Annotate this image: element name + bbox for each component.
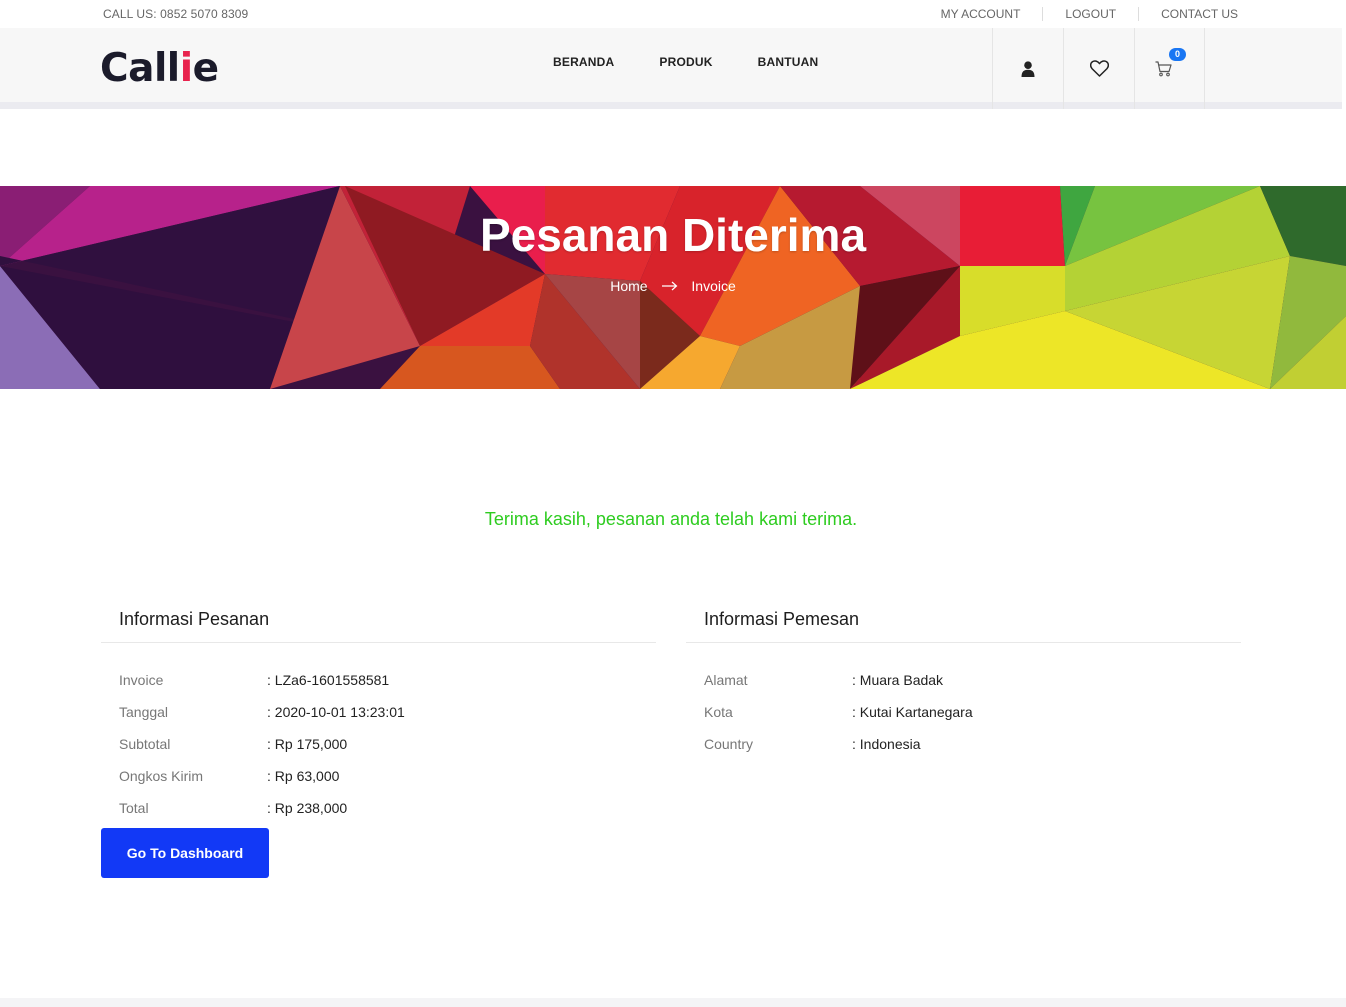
page-banner: Pesanan Diterima Home Invoice <box>0 186 1346 389</box>
user-icon <box>1021 60 1035 77</box>
customer-row-alamat: Alamat : Muara Badak <box>686 664 1241 696</box>
row-value: : Rp 175,000 <box>267 736 348 752</box>
customer-row-country: Country : Indonesia <box>686 728 1241 760</box>
wishlist-button[interactable] <box>1063 28 1134 109</box>
footer-strip <box>0 998 1346 1007</box>
top-links: MY ACCOUNT LOGOUT CONTACT US <box>919 0 1238 28</box>
logo-text-main: Call <box>100 46 180 91</box>
breadcrumb: Home Invoice <box>0 277 1346 294</box>
top-bar: CALL US: 0852 5070 8309 MY ACCOUNT LOGOU… <box>0 0 1346 28</box>
cart-icon <box>1155 60 1172 76</box>
page-title: Pesanan Diterima <box>479 209 867 261</box>
row-value: : Kutai Kartanegara <box>852 704 973 720</box>
nav-produk[interactable]: PRODUK <box>659 55 712 69</box>
order-row-subtotal: Subtotal : Rp 175,000 <box>101 728 656 760</box>
customer-row-kota: Kota : Kutai Kartanegara <box>686 696 1241 728</box>
row-value: : Rp 238,000 <box>267 800 348 816</box>
nav-beranda[interactable]: BERANDA <box>553 55 614 69</box>
order-row-total: Total : Rp 238,000 <box>101 792 656 824</box>
cart-count-badge: 0 <box>1169 48 1186 61</box>
arrow-right-icon <box>661 278 678 294</box>
cart-button[interactable]: 0 <box>1134 28 1205 109</box>
customer-info-title: Informasi Pemesan <box>686 607 1241 643</box>
customer-info-panel: Informasi Pemesan Alamat : Muara Badak Ko… <box>686 607 1241 760</box>
account-button[interactable] <box>992 28 1063 109</box>
row-label: Invoice <box>119 672 164 688</box>
row-value: : Rp 63,000 <box>267 768 340 784</box>
logo-text-end: e <box>192 46 219 91</box>
row-label: Ongkos Kirim <box>119 768 204 784</box>
row-label: Tanggal <box>119 704 169 720</box>
customer-info-rows: Alamat : Muara Badak Kota : Kutai Kartaneg… <box>686 643 1241 760</box>
row-label: Alamat <box>704 672 748 688</box>
order-info-rows: Invoice : LZa6-1601558581 Tanggal : 2020-1… <box>101 643 656 824</box>
main-header: Callie BERANDA PRODUK BANTUAN 0 <box>0 28 1342 109</box>
logout-link[interactable]: LOGOUT <box>1042 7 1138 21</box>
logo-text-accent: i <box>179 46 193 91</box>
main-nav: BERANDA PRODUK BANTUAN <box>553 55 863 69</box>
row-label: Subtotal <box>119 736 171 752</box>
order-row-tanggal: Tanggal : 2020-10-01 13:23:01 <box>101 696 656 728</box>
row-value: : LZa6-1601558581 <box>267 672 390 688</box>
order-row-invoice: Invoice : LZa6-1601558581 <box>101 664 656 696</box>
my-account-link[interactable]: MY ACCOUNT <box>919 7 1043 21</box>
order-info-panel: Informasi Pesanan Invoice : LZa6-16015585… <box>101 607 656 824</box>
go-to-dashboard-button[interactable]: Go To Dashboard <box>101 828 269 878</box>
order-row-ongkos-kirim: Ongkos Kirim : Rp 63,000 <box>101 760 656 792</box>
row-value: : Muara Badak <box>852 672 944 688</box>
phone-number: CALL US: 0852 5070 8309 <box>103 7 249 21</box>
site-logo[interactable]: Callie <box>100 46 219 91</box>
row-label: Total <box>119 800 149 816</box>
row-label: Kota <box>704 704 733 720</box>
nav-bantuan[interactable]: BANTUAN <box>758 55 819 69</box>
header-icons: 0 <box>992 28 1205 109</box>
breadcrumb-current: Invoice <box>691 278 736 295</box>
row-label: Country <box>704 736 754 752</box>
row-value: : 2020-10-01 13:23:01 <box>267 704 405 720</box>
heart-icon <box>1089 60 1109 77</box>
row-value: : Indonesia <box>852 736 921 752</box>
contact-us-link[interactable]: CONTACT US <box>1138 7 1238 21</box>
success-message: Terima kasih, pesanan anda telah kami te… <box>484 509 858 529</box>
order-info-title: Informasi Pesanan <box>101 607 656 643</box>
breadcrumb-home[interactable]: Home <box>610 278 647 294</box>
